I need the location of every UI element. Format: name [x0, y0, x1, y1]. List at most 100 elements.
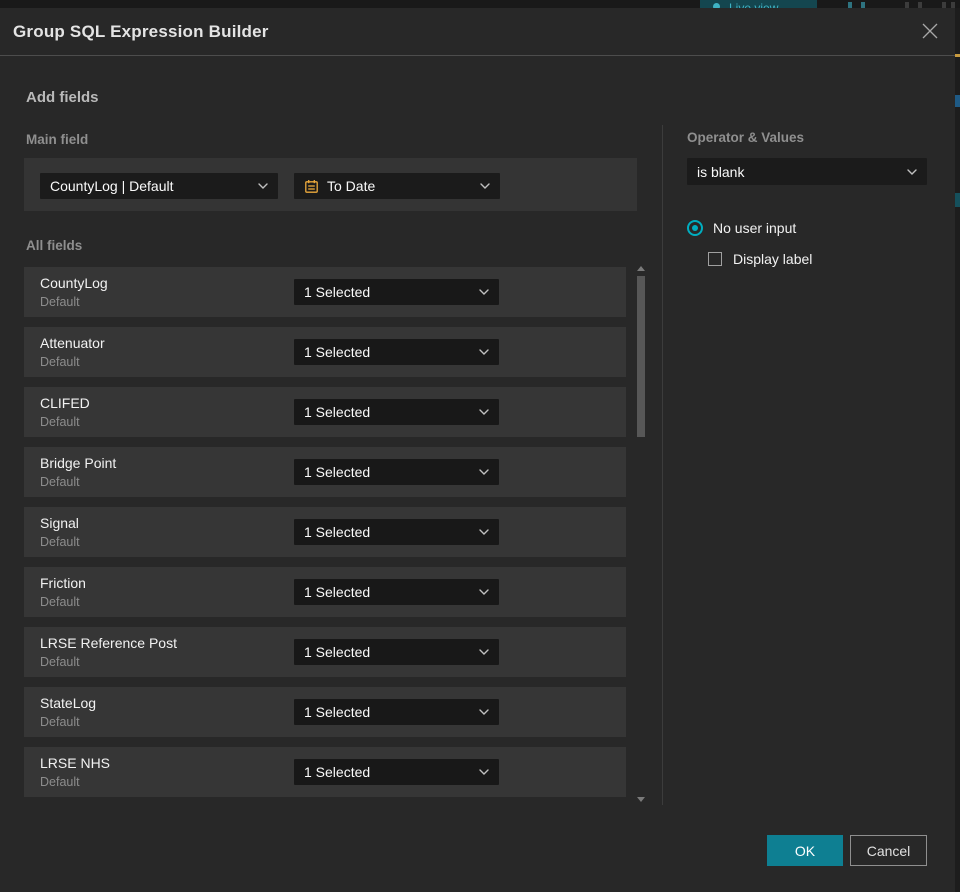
chevron-down-icon [258, 183, 268, 189]
date-field-select[interactable]: To Date [294, 173, 500, 199]
main-field-select[interactable]: CountyLog | Default [40, 173, 278, 199]
close-button[interactable] [918, 20, 942, 44]
background-accent-fragment [955, 193, 960, 207]
field-subtitle: Default [40, 595, 80, 609]
field-row: StateLog Default 1 Selected [24, 687, 626, 737]
field-row: CLIFED Default 1 Selected [24, 387, 626, 437]
field-name: StateLog [40, 695, 97, 711]
main-field-select-value: CountyLog | Default [50, 178, 174, 194]
field-row: Bridge Point Default 1 Selected [24, 447, 626, 497]
field-values-select[interactable]: 1 Selected [294, 759, 499, 785]
field-values-select[interactable]: 1 Selected [294, 579, 499, 605]
chevron-down-icon [479, 469, 489, 475]
field-name: Signal [40, 515, 79, 531]
background-accent-fragment [955, 54, 960, 57]
field-values-select[interactable]: 1 Selected [294, 519, 499, 545]
chevron-down-icon [480, 183, 490, 189]
field-values-select[interactable]: 1 Selected [294, 699, 499, 725]
toolbar-bar-icon [861, 2, 865, 8]
field-select-value: 1 Selected [304, 284, 371, 300]
live-view-label: Live view [729, 1, 779, 8]
header-divider [0, 55, 955, 56]
chevron-down-icon [479, 589, 489, 595]
no-user-input-radio-row[interactable]: No user input [687, 220, 796, 236]
field-name: LRSE Reference Post [40, 635, 177, 651]
field-select-value: 1 Selected [304, 464, 371, 480]
operator-select-value: is blank [697, 163, 745, 180]
main-field-panel: CountyLog | Default To Date [24, 158, 637, 211]
background-app-right-sliver [955, 8, 960, 892]
field-subtitle: Default [40, 475, 80, 489]
live-view-dot-icon [713, 3, 720, 8]
all-fields-heading: All fields [26, 238, 83, 253]
field-row: LRSE Reference Post Default 1 Selected [24, 627, 626, 677]
field-subtitle: Default [40, 295, 80, 309]
close-icon [921, 22, 939, 43]
fields-list-scrollbar[interactable] [636, 264, 647, 802]
field-select-value: 1 Selected [304, 404, 371, 420]
toolbar-bar-icon [918, 2, 922, 8]
field-name: CountyLog [40, 275, 108, 291]
field-name: CLIFED [40, 395, 90, 411]
display-label-checkbox[interactable] [708, 252, 722, 266]
field-select-value: 1 Selected [304, 584, 371, 600]
scrollbar-down-arrow-icon[interactable] [637, 797, 645, 802]
field-subtitle: Default [40, 415, 80, 429]
field-values-select[interactable]: 1 Selected [294, 399, 499, 425]
chevron-down-icon [479, 289, 489, 295]
field-row: Friction Default 1 Selected [24, 567, 626, 617]
field-select-value: 1 Selected [304, 344, 371, 360]
chevron-down-icon [479, 649, 489, 655]
field-row: CountyLog Default 1 Selected [24, 267, 626, 317]
toolbar-bar-icon [942, 2, 946, 8]
background-app-top-strip: Live view [0, 0, 960, 8]
field-subtitle: Default [40, 775, 80, 789]
live-view-button-fragment: Live view [700, 0, 817, 8]
group-sql-expression-builder-dialog: Group SQL Expression Builder Add fields … [0, 8, 955, 892]
field-subtitle: Default [40, 715, 80, 729]
main-field-heading: Main field [26, 132, 89, 147]
field-row: Attenuator Default 1 Selected [24, 327, 626, 377]
field-name: Friction [40, 575, 86, 591]
date-select-value: To Date [327, 178, 376, 194]
operator-select[interactable]: is blank [687, 158, 927, 185]
dialog-header: Group SQL Expression Builder [0, 8, 955, 55]
field-select-value: 1 Selected [304, 764, 371, 780]
field-values-select[interactable]: 1 Selected [294, 639, 499, 665]
field-name: Attenuator [40, 335, 105, 351]
no-user-input-label: No user input [713, 220, 797, 236]
field-row: LRSE NHS Default 1 Selected [24, 747, 626, 797]
toolbar-bar-icon [905, 2, 909, 8]
scrollbar-thumb[interactable] [637, 276, 645, 437]
add-fields-heading: Add fields [26, 89, 99, 106]
chevron-down-icon [479, 529, 489, 535]
field-select-value: 1 Selected [304, 524, 371, 540]
field-name: LRSE NHS [40, 755, 111, 771]
field-subtitle: Default [40, 535, 80, 549]
field-subtitle: Default [40, 655, 80, 669]
field-values-select[interactable]: 1 Selected [294, 279, 499, 305]
chevron-down-icon [479, 769, 489, 775]
scrollbar-up-arrow-icon[interactable] [637, 266, 645, 271]
calendar-icon [304, 179, 319, 194]
no-user-input-radio[interactable] [687, 220, 703, 236]
ok-button[interactable]: OK [767, 835, 843, 866]
background-accent-fragment [955, 95, 960, 107]
field-row: Signal Default 1 Selected [24, 507, 626, 557]
chevron-down-icon [479, 709, 489, 715]
operator-values-heading: Operator & Values [687, 130, 805, 145]
column-divider [662, 125, 663, 805]
all-fields-list: CountyLog Default 1 Selected Attenuator … [24, 267, 626, 807]
display-label-text: Display label [733, 251, 813, 267]
field-values-select[interactable]: 1 Selected [294, 339, 499, 365]
chevron-down-icon [479, 409, 489, 415]
field-select-value: 1 Selected [304, 644, 371, 660]
field-values-select[interactable]: 1 Selected [294, 459, 499, 485]
display-label-checkbox-row[interactable]: Display label [708, 251, 812, 267]
chevron-down-icon [907, 168, 917, 175]
field-subtitle: Default [40, 355, 80, 369]
chevron-down-icon [479, 349, 489, 355]
cancel-button[interactable]: Cancel [850, 835, 927, 866]
field-select-value: 1 Selected [304, 704, 371, 720]
toolbar-bar-icon [848, 2, 852, 8]
